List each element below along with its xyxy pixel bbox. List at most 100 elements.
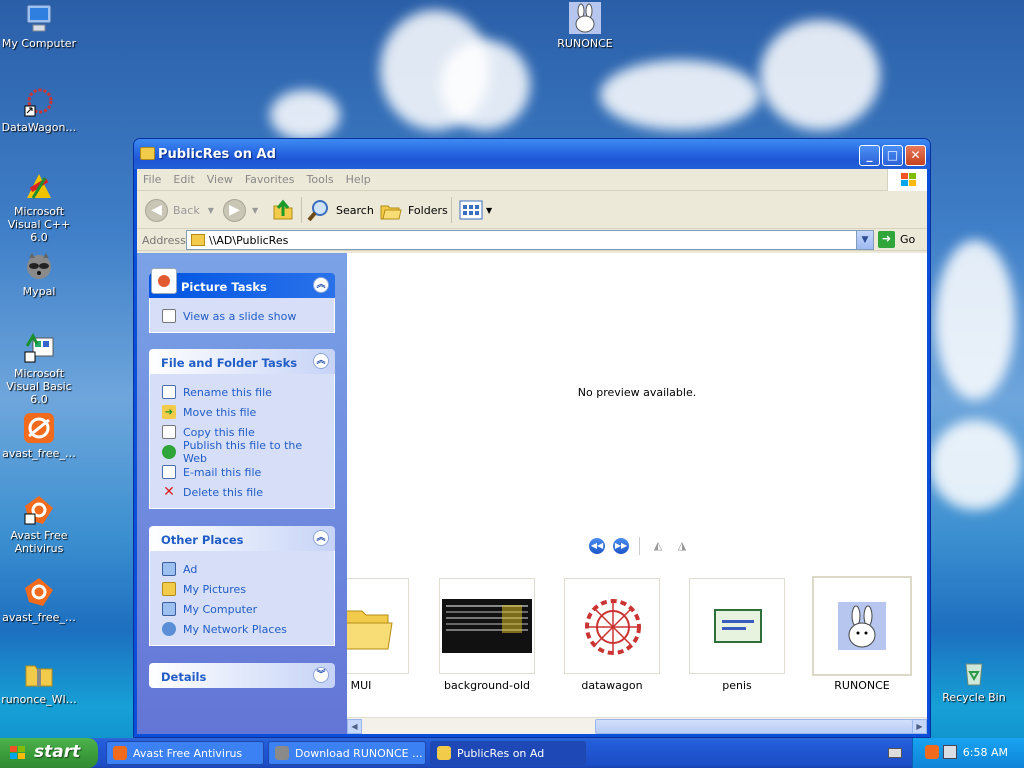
task-slide-show[interactable]: View as a slide show [162,306,326,326]
next-image-button[interactable]: ▶▶ [613,538,629,554]
menu-edit[interactable]: Edit [167,169,200,190]
menu-favorites[interactable]: Favorites [239,169,301,190]
avast-tray-icon[interactable] [925,745,939,759]
desktop-icon-my-computer[interactable]: My Computer [0,2,78,50]
picture-tasks-header[interactable]: Picture Tasks ︽ [149,268,335,298]
desktop-icon-runonce-zip[interactable]: runonce_WI… [0,658,78,706]
place-my-computer[interactable]: My Computer [162,599,326,619]
computer-icon [162,602,176,616]
task-move-file[interactable]: ➜ Move this file [162,402,326,422]
keyboard-icon[interactable] [888,748,902,758]
desktop-icon-avast-installer[interactable]: avast_free_… [0,412,78,460]
thumbnail-runonce[interactable] [812,576,912,676]
file-folder-tasks-header[interactable]: File and Folder Tasks ︽ [149,349,335,374]
email-icon [162,465,176,479]
minimize-button[interactable]: _ [859,145,880,166]
delete-icon: ✕ [163,484,175,500]
rotate-clockwise-icon[interactable]: ◭ [650,540,666,552]
go-button[interactable]: ➜ Go [878,231,915,248]
menu-bar: File Edit View Favorites Tools Help [137,169,927,191]
forward-button[interactable]: ▶ ▼ [223,197,258,223]
search-button[interactable]: Search [307,197,374,223]
cloud [270,90,340,140]
visual-cpp-icon [23,170,55,202]
up-folder-button[interactable] [271,197,295,223]
scroll-left-button[interactable]: ◀ [347,719,362,734]
menu-file[interactable]: File [137,169,167,190]
task-delete-file[interactable]: ✕ Delete this file [162,482,326,502]
computer-icon [23,2,55,34]
scroll-right-button[interactable]: ▶ [912,719,927,734]
collapse-icon[interactable]: ︽ [313,353,329,369]
task-email-file[interactable]: E-mail this file [162,462,326,482]
network-tray-icon[interactable] [943,745,957,759]
visual-basic-icon [23,332,55,364]
title-bar[interactable]: PublicRes on Ad _ □ ✕ [134,139,930,169]
desktop-icon-avast-antivirus[interactable]: Avast Free Antivirus [0,494,78,555]
task-publish-web[interactable]: Publish this file to the Web [162,439,326,465]
toolbar-separator [301,197,302,223]
horizontal-scrollbar[interactable]: ◀ ▶ [347,717,927,734]
address-value: \\AD\PublicRes [209,234,289,247]
desktop-icon-mypal[interactable]: Mypal [0,250,78,298]
computer-icon [162,562,176,576]
system-tray: 6:58 AM [912,738,1024,768]
collapse-icon[interactable]: ︽ [313,530,329,546]
thumbnail-mui[interactable] [347,578,409,674]
desktop-icon-avast-installer-2[interactable]: avast_free_… [0,576,78,624]
place-my-network-places[interactable]: My Network Places [162,619,326,639]
copy-icon [162,425,176,439]
cloud [935,240,1015,400]
taskbar-item-publicres[interactable]: PublicRes on Ad [430,741,586,765]
address-input[interactable]: \\AD\PublicRes ▼ [186,230,874,250]
address-bar: Address \\AD\PublicRes ▼ ➜ Go [137,229,927,251]
collapse-icon[interactable]: ︽ [313,277,329,293]
place-ad[interactable]: Ad [162,559,326,579]
maximize-button[interactable]: □ [882,145,903,166]
preview-area: No preview available. ◀◀ ▶▶ ◭ ◮ [347,253,927,565]
thumbnail-label: MUI [350,679,372,692]
back-button[interactable]: ◀ Back ▼ [145,197,214,223]
avast-icon [23,576,55,608]
close-button[interactable]: ✕ [905,145,926,166]
go-arrow-icon: ➜ [878,231,895,248]
desktop-icon-visual-cpp[interactable]: Microsoft Visual C++ 6.0 [0,170,78,244]
expand-icon[interactable]: ︾ [313,667,329,683]
desktop-icon-datawagon[interactable]: DataWagon… [0,86,78,134]
views-button[interactable]: ▼ [459,197,492,223]
chevron-down-icon: ▼ [207,205,214,215]
details-header[interactable]: Details ︾ [149,663,335,688]
rabbit-icon [838,602,886,650]
desktop-icon-runonce[interactable]: RUNONCE [546,2,624,50]
previous-image-button[interactable]: ◀◀ [589,538,605,554]
thumbnail-background-old[interactable] [439,578,535,674]
menu-help[interactable]: Help [340,169,377,190]
explorer-window: PublicRes on Ad _ □ ✕ File Edit View Favori… [133,138,931,738]
desktop-icon-recycle-bin[interactable]: Recycle Bin [935,656,1013,704]
rotate-counterclockwise-icon[interactable]: ◮ [674,540,690,552]
menu-view[interactable]: View [201,169,239,190]
taskbar-item-avast[interactable]: Avast Free Antivirus [106,741,264,765]
pictures-folder-icon [162,582,176,596]
task-rename-file[interactable]: Rename this file [162,382,326,402]
cloud [440,40,530,130]
move-icon: ➜ [162,405,176,419]
menu-tools[interactable]: Tools [301,169,340,190]
desktop-icon-visual-basic[interactable]: Microsoft Visual Basic 6.0 [0,332,78,406]
taskbar-item-download[interactable]: Download RUNONCE ... [268,741,426,765]
place-my-pictures[interactable]: My Pictures [162,579,326,599]
scroll-thumb[interactable] [595,719,913,734]
folders-button[interactable]: Folders [379,197,448,223]
slideshow-icon [162,309,176,323]
thumbnail-label: datawagon [581,679,643,692]
folder-icon [140,147,155,160]
thumbnail-penis[interactable] [689,578,785,674]
address-dropdown-button[interactable]: ▼ [856,231,873,249]
windows-logo-icon [10,746,26,760]
window-content: File Edit View Favorites Tools Help ◀ Back ▼ … [137,169,927,734]
chevron-down-icon: ▼ [486,205,493,215]
start-button[interactable]: start [0,738,98,768]
other-places-header[interactable]: Other Places ︽ [149,526,335,551]
thumbnail-datawagon[interactable] [564,578,660,674]
chevron-down-icon: ▼ [252,205,259,215]
